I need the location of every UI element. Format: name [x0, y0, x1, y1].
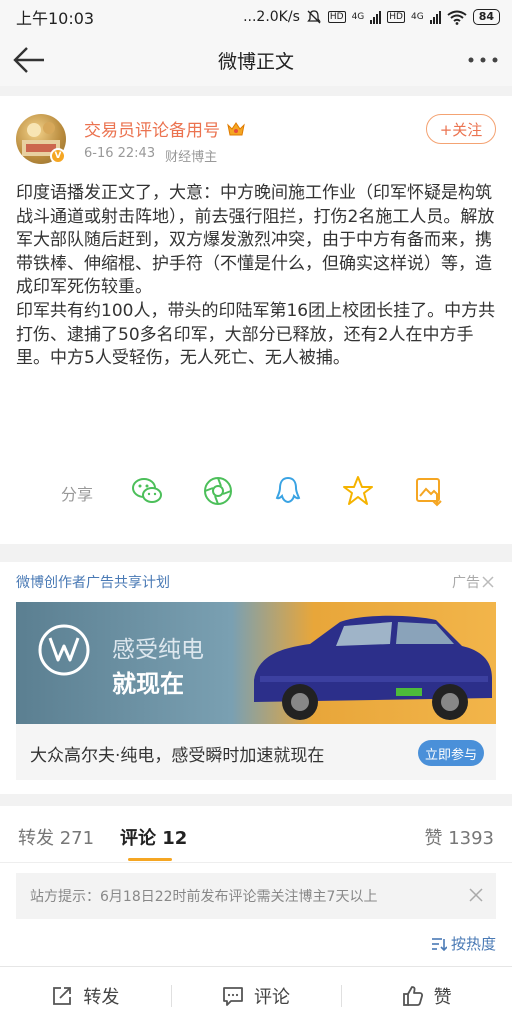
share-row: 分享	[0, 470, 512, 514]
ad-slogan-line2: 就现在	[112, 670, 184, 698]
post-paragraph-2: 印军共有约100人，带头的印陆军第16团上校团长挂了。中方共打伤、逮捕了50多名…	[16, 300, 496, 369]
share-label: 分享	[61, 485, 94, 504]
ad-banner-image[interactable]: 感受纯电 就现在	[16, 602, 496, 724]
sort-icon	[431, 937, 447, 951]
post-timestamp: 6-16 22:43	[84, 146, 156, 161]
status-icons: ...2.0K/s HD 4G HD 4G 84	[243, 9, 500, 25]
vw-logo-icon	[38, 624, 90, 676]
network-type-2: 4G	[410, 12, 424, 22]
more-options-icon[interactable]	[466, 54, 500, 66]
post-meta: 6-16 22:43 财经博主	[84, 146, 217, 165]
comment-icon	[223, 986, 243, 1006]
ad-caption-bar[interactable]: 大众高尔夫·纯电，感受瞬时加速就现在 立即参与	[16, 724, 496, 780]
qzone-star-icon[interactable]	[341, 474, 375, 508]
signal-icon	[370, 10, 382, 24]
post-paragraph-1: 印度语播发正文了，大意：中方晚间施工作业（印军怀疑是构筑战斗通道或射击阵地），前…	[16, 183, 495, 298]
hd-badge-2: HD	[387, 11, 405, 23]
signal-icon-2	[429, 10, 441, 24]
qq-icon[interactable]	[271, 474, 305, 508]
comment-button[interactable]: 评论	[170, 967, 342, 1024]
ad-label: 广告	[452, 575, 480, 591]
post-author[interactable]: 交易员评论备用号	[84, 116, 246, 141]
post-body: 印度语播发正文了，大意：中方晚间施工作业（印军怀疑是构筑战斗通道或射击阵地），前…	[16, 182, 498, 371]
repost-button[interactable]: 转发	[0, 967, 171, 1024]
save-image-icon[interactable]	[412, 474, 446, 508]
battery-icon: 84	[472, 9, 500, 25]
app-header: 微博正文	[0, 34, 512, 86]
page-title: 微博正文	[217, 50, 294, 73]
ad-program-label[interactable]: 微博创作者广告共享计划	[16, 572, 170, 592]
post-source: 财经博主	[165, 150, 218, 165]
author-name[interactable]: 交易员评论备用号	[84, 116, 220, 141]
ad-card[interactable]: 微博创作者广告共享计划 广告 感受纯电 就现在 大众高尔夫·纯电，感受瞬时加速就…	[0, 562, 512, 794]
ad-tag[interactable]: 广告	[452, 572, 494, 592]
notice-text: 站方提示：6月18日22时前发布评论需关注博主7天以上	[30, 889, 378, 905]
thumbs-up-icon	[402, 985, 423, 1006]
back-arrow-icon[interactable]	[12, 44, 46, 76]
network-type: 4G	[351, 12, 365, 22]
verified-badge: V	[50, 148, 66, 164]
sort-label: 按热度	[450, 935, 496, 953]
tab-indicator	[128, 858, 172, 861]
follow-button[interactable]: +关注	[426, 114, 496, 144]
like-label: 赞	[433, 986, 452, 1008]
status-time: 上午10:03	[16, 9, 95, 28]
tab-comments[interactable]: 评论 12	[120, 824, 187, 850]
status-bar: 上午10:03 ...2.0K/s HD 4G HD 4G 84	[0, 0, 512, 34]
comment-notice: 站方提示：6月18日22时前发布评论需关注博主7天以上	[16, 873, 496, 919]
like-button[interactable]: 赞	[341, 967, 512, 1024]
close-icon[interactable]	[468, 887, 484, 903]
moments-icon[interactable]	[201, 474, 235, 508]
ad-caption: 大众高尔夫·纯电，感受瞬时加速就现在	[30, 746, 325, 766]
repost-icon	[53, 986, 72, 1005]
ad-cta-button[interactable]: 立即参与	[418, 740, 484, 766]
network-speed: ...2.0K/s	[243, 9, 300, 25]
tab-repost[interactable]: 转发 271	[18, 824, 94, 850]
hd-badge: HD	[327, 11, 346, 23]
mute-icon	[307, 10, 321, 24]
ad-slogan-line1: 感受纯电	[112, 637, 204, 663]
post-tabs: 转发 271 评论 12 赞 1393	[0, 806, 512, 862]
member-crown-icon	[227, 121, 245, 135]
comment-label: 评论	[254, 986, 290, 1008]
car-image	[254, 615, 492, 720]
repost-label: 转发	[83, 986, 120, 1008]
bottom-action-bar: 转发 评论 赞	[0, 966, 512, 1024]
close-icon[interactable]	[482, 576, 494, 588]
wifi-icon	[447, 10, 467, 25]
post-card: V 交易员评论备用号 6-16 22:43 财经博主 +关注 印度语播发正文了，…	[0, 96, 512, 544]
tab-likes[interactable]: 赞 1393	[424, 824, 494, 850]
comments-section: 站方提示：6月18日22时前发布评论需关注博主7天以上 按热度	[0, 862, 512, 966]
sort-toggle[interactable]: 按热度	[431, 933, 496, 954]
wechat-icon[interactable]	[130, 474, 164, 508]
